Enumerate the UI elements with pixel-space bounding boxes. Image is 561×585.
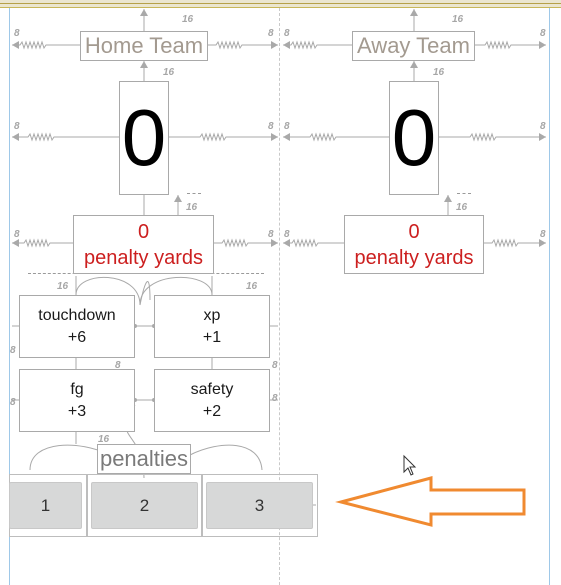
layout-editor-canvas: 8 8 8 8 16 16 16 16 8 8 8 8 16 16 8 8 8 … [0,0,561,585]
mouse-cursor-icon [403,454,417,476]
cursor-layer [403,454,417,476]
